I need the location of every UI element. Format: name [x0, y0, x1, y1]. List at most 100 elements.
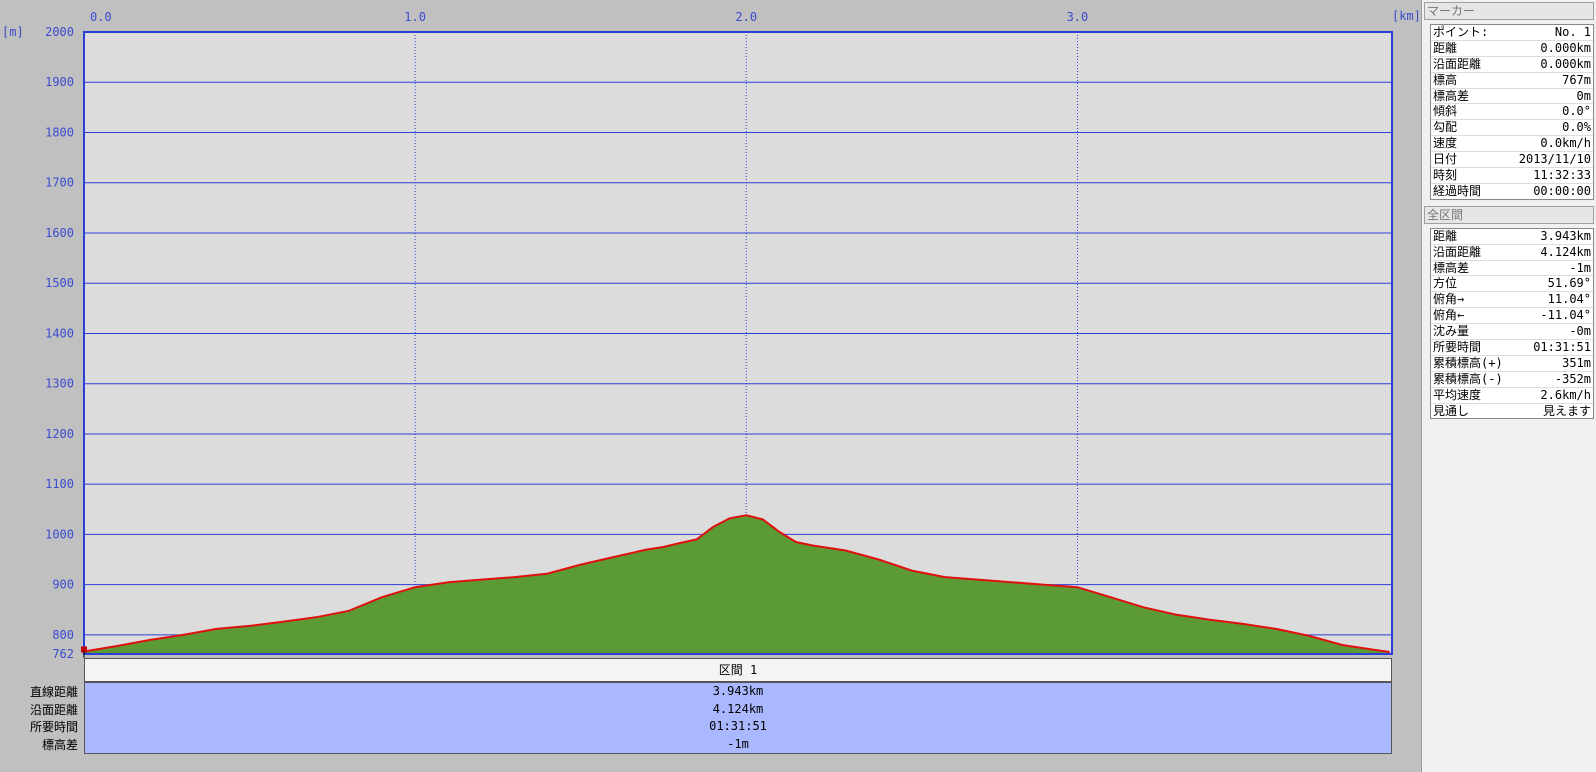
marker-info-row: 日付 2013/11/10	[1431, 152, 1593, 169]
marker-info-row-value: 0.0km/h	[1540, 136, 1591, 151]
segment-row-labels: 直線距離 沿面距離 所要時間 標高差	[0, 684, 80, 754]
marker-info-row-label: ポイント:	[1433, 25, 1489, 39]
total-info-row: 累積標高(+) 351m	[1431, 356, 1593, 372]
total-info-row: 平均速度 2.6km/h	[1431, 388, 1593, 404]
total-info-row: 見通し 見えます	[1431, 404, 1593, 419]
total-info-row: 標高差 -1m	[1431, 261, 1593, 277]
segment-label-duration: 所要時間	[29, 720, 78, 734]
total-panel-title[interactable]: 全区間	[1424, 205, 1594, 224]
segment-label-elevation-diff: 標高差	[41, 737, 78, 752]
segment-header[interactable]: 区間 1	[84, 658, 1392, 682]
y-tick-label: 1700	[45, 176, 74, 190]
total-info-row-value: 4.124km	[1540, 244, 1591, 259]
total-info-row-value: 見えます	[1542, 403, 1591, 418]
total-info-row-label: 距離	[1433, 228, 1458, 243]
total-info-row-label: 累積標高(+)	[1433, 355, 1503, 370]
marker-info-table: ポイント: No. 1 距離 0.000km 沿面距離 0.000km 標高 767m 標高差 0…	[1430, 24, 1594, 200]
marker-info-row: 標高差 0m	[1431, 89, 1593, 105]
marker-info-row-value: 0m	[1576, 88, 1591, 103]
total-info-row: 方位 51.69°	[1431, 276, 1593, 293]
total-info-row: 累積標高(-) -352m	[1431, 372, 1593, 388]
y-axis-unit-label: [m]	[2, 25, 24, 39]
elevation-chart: 2000 1900 1800 1700 1600 1500 1400 1300 1200 1100…	[2, 9, 1421, 660]
total-info-row-value: -11.04°	[1540, 308, 1591, 323]
y-tick-label: 1300	[45, 377, 74, 391]
total-info-row-value: -1m	[1569, 260, 1591, 275]
marker-info-row: 経過時間 00:00:00	[1431, 184, 1593, 199]
segment-value-duration: 01:31:51	[709, 719, 767, 733]
total-info-row-value: -0m	[1569, 324, 1591, 339]
marker-info-row: 距離 0.000km	[1431, 41, 1593, 57]
y-tick-label: 800	[52, 628, 74, 642]
x-tick-label: 3.0	[1067, 10, 1089, 24]
y-tick-label: 2000	[45, 25, 74, 39]
total-info-row-label: 方位	[1433, 276, 1458, 291]
total-info-row-label: 沿面距離	[1433, 244, 1482, 259]
total-info-row-label: 俯角→	[1433, 292, 1465, 307]
marker-info-row-value: 0.0%	[1562, 120, 1591, 135]
x-axis-unit-label: [km]	[1392, 9, 1421, 23]
marker-panel-title[interactable]: マーカー	[1424, 2, 1594, 20]
y-tick-label: 1800	[45, 125, 74, 139]
marker-info-row-label: 速度	[1433, 136, 1458, 151]
x-tick-label: 1.0	[404, 10, 426, 24]
marker-info-row-value: 2013/11/10	[1518, 152, 1591, 167]
marker-layer[interactable]	[81, 646, 87, 658]
total-info-row-label: 所要時間	[1433, 340, 1482, 355]
total-info-row-label: 俯角←	[1433, 308, 1465, 323]
total-info-row-label: 累積標高(-)	[1433, 371, 1503, 386]
marker-info-row-label: 傾斜	[1433, 104, 1458, 119]
total-info-row: 沈み量 -0m	[1431, 324, 1593, 341]
marker-info-row: 沿面距離 0.000km	[1431, 57, 1593, 73]
total-info-row: 所要時間 01:31:51	[1431, 340, 1593, 356]
total-info-row: 俯角→ 11.04°	[1431, 292, 1593, 309]
marker-info-row: 標高 767m	[1431, 73, 1593, 89]
segment-value-straight-distance: 3.943km	[712, 684, 764, 698]
marker-info-row-label: 標高差	[1433, 88, 1470, 103]
y-tick-label: 1100	[45, 477, 74, 491]
total-info-row-value: 3.943km	[1540, 228, 1591, 243]
marker-info-row-value: 11:32:33	[1533, 168, 1591, 183]
total-info-row-label: 平均速度	[1433, 387, 1482, 402]
marker-info-row-label: 経過時間	[1433, 183, 1482, 198]
marker-info-row-value: No. 1	[1554, 25, 1591, 39]
segment-value-elevation-diff: -1m	[727, 736, 749, 751]
total-info-row-value: -352m	[1554, 371, 1591, 386]
segment-label-surface-distance: 沿面距離	[29, 702, 78, 717]
total-info-row-value: 11.04°	[1547, 292, 1591, 307]
marker-info-row: 速度 0.0km/h	[1431, 136, 1593, 153]
total-info-row-value: 351m	[1562, 355, 1591, 370]
info-side-panel: マーカー ポイント: No. 1 距離 0.000km 沿面距離 0.000km 標高 767…	[1421, 0, 1596, 772]
marker-info-row: 勾配 0.0%	[1431, 120, 1593, 137]
total-info-table: 距離 3.943km 沿面距離 4.124km 標高差 -1m 方位 51.69° 俯角→ 11.…	[1430, 227, 1594, 420]
total-info-row-label: 見通し	[1433, 403, 1470, 418]
marker-info-row: 時刻 11:32:33	[1431, 168, 1593, 184]
segment-values[interactable]: 3.943km 4.124km 01:31:51 -1m	[84, 682, 1392, 754]
marker-info-row: ポイント: No. 1	[1431, 25, 1593, 41]
total-info-row-value: 51.69°	[1547, 276, 1591, 291]
marker-info-row-value: 0.000km	[1540, 56, 1591, 71]
marker-info-row-value: 0.000km	[1540, 40, 1591, 55]
total-info-row-label: 沈み量	[1433, 324, 1470, 339]
total-info-row-label: 標高差	[1433, 260, 1470, 275]
total-info-row: 沿面距離 4.124km	[1431, 245, 1593, 261]
y-tick-label: 1400	[45, 326, 74, 340]
total-info-row-value: 2.6km/h	[1540, 387, 1591, 402]
marker-info-row-value: 00:00:00	[1533, 183, 1591, 198]
total-info-row: 俯角← -11.04°	[1431, 308, 1593, 325]
total-info-row: 距離 3.943km	[1431, 229, 1593, 245]
y-tick-label: 1500	[45, 276, 74, 290]
marker-info-row-value: 0.0°	[1562, 104, 1591, 119]
marker-info-row: 傾斜 0.0°	[1431, 104, 1593, 121]
marker-info-row-label: 沿面距離	[1433, 56, 1482, 71]
marker-info-row-value: 767m	[1562, 72, 1591, 87]
y-tick-label: 1200	[45, 427, 74, 441]
y-tick-label: 1600	[45, 226, 74, 240]
x-tick-label: 2.0	[735, 10, 757, 24]
segment-label-straight-distance: 直線距離	[29, 685, 78, 699]
y-min-label: 762	[52, 647, 74, 660]
segment-value-surface-distance: 4.124km	[712, 701, 764, 716]
y-tick-label: 900	[52, 578, 74, 592]
y-tick-label: 1000	[45, 527, 74, 541]
marker-info-row-label: 標高	[1433, 72, 1458, 87]
